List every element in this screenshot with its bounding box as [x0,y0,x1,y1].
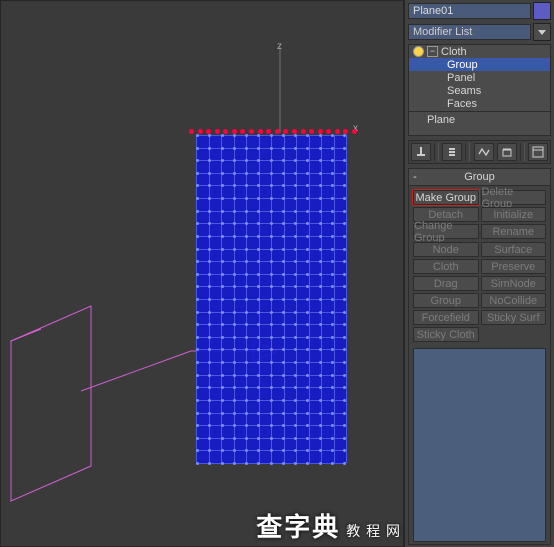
stack-toolbar [408,140,551,164]
surface-button[interactable]: Surface [481,242,547,257]
make-unique-button[interactable] [474,143,494,161]
stack-item-label: Cloth [441,46,467,58]
pin-icon [415,146,427,158]
preserve-button[interactable]: Preserve [481,259,547,274]
rollout-header[interactable]: - Group [409,169,550,186]
selected-vertices-row [189,129,357,134]
stack-sub-faces[interactable]: Faces [409,97,550,110]
remove-icon [501,146,513,158]
watermark-cn: 查字典 [256,507,340,544]
object-name-field[interactable]: Plane01 [408,3,531,19]
stack-sub-seams[interactable]: Seams [409,84,550,97]
simnode-button[interactable]: SimNode [481,276,547,291]
show-end-result-button[interactable] [442,143,462,161]
forcefield-button[interactable]: Forcefield [413,310,479,325]
node-button[interactable]: Node [413,242,479,257]
initialize-button[interactable]: Initialize [481,207,547,222]
watermark: 查字典 教 程 网 [256,507,401,544]
cloth-plane-object[interactable] [196,135,346,463]
remove-modifier-button[interactable] [497,143,517,161]
modifier-list-dropdown[interactable]: Modifier List [408,24,531,40]
expand-icon[interactable]: − [427,46,438,57]
configure-sets-button[interactable] [528,143,548,161]
sticky-surf-button[interactable]: Sticky Surf [481,310,547,325]
sticky-cloth-button[interactable]: Sticky Cloth [413,327,479,342]
axis-z-label: z [277,41,282,52]
group-button[interactable]: Group [413,293,479,308]
stack-item-plane[interactable]: Plane [409,113,550,126]
cloth-button[interactable]: Cloth [413,259,479,274]
modifier-stack[interactable]: − Cloth Group Panel Seams Faces Plane [408,44,551,136]
modify-panel: Plane01 Modifier List − Cloth Group Pane… [404,0,554,547]
group-preview-swatch [413,348,546,542]
drag-button[interactable]: Drag [413,276,479,291]
stack-sub-panel[interactable]: Panel [409,71,550,84]
chevron-down-icon [538,28,546,36]
nocollide-button[interactable]: NoCollide [481,293,547,308]
stack-sub-group[interactable]: Group [409,58,550,71]
object-color-swatch[interactable] [533,2,551,20]
make-group-button[interactable]: Make Group [413,190,479,205]
rollout-title: Group [409,171,550,183]
delete-group-button[interactable]: Delete Group [481,190,547,205]
viewport[interactable]: z x 查字典 教 程 网 [0,0,404,547]
stack-item-cloth[interactable]: − Cloth [409,45,550,58]
group-rollout: - Group Make Group Delete Group Detach I… [408,168,551,545]
modifier-list-arrow[interactable] [533,23,551,41]
stack-icon [446,146,458,158]
watermark-en: 教 程 网 [346,521,401,541]
change-group-button[interactable]: Change Group [413,224,479,239]
show-end-icon [477,146,491,158]
pin-stack-button[interactable] [411,143,431,161]
rename-button[interactable]: Rename [481,224,547,239]
configure-icon [532,146,544,158]
lightbulb-icon [413,46,424,57]
